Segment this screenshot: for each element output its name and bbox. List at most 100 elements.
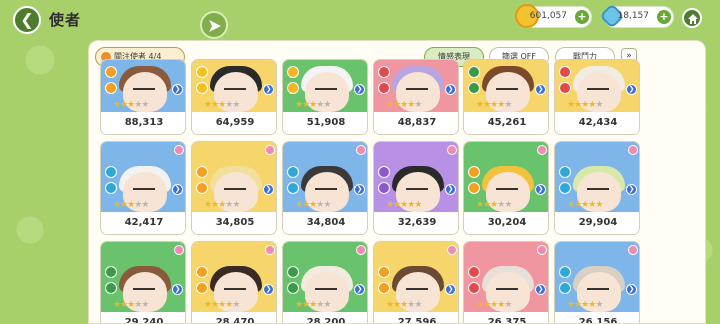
character-card[interactable]: ❯ ★★★★★ 29,240 [100, 241, 186, 323]
character-portrait: ❯ ★★★★★ [101, 242, 185, 312]
power-value: 28,470 [192, 312, 276, 323]
character-portrait: ❯ ★★★★★ [555, 142, 639, 212]
arrow-right-icon: ❯ [354, 84, 365, 95]
home-button[interactable] [682, 8, 702, 28]
character-card[interactable]: ❯ ★★★★★ 45,261 [463, 59, 549, 135]
character-card[interactable]: ❯ ★★★★★ 27,596 [373, 241, 459, 323]
star-rating: ★★★★★ [295, 200, 331, 210]
element-icon [468, 66, 480, 78]
star-rating: ★★★★★ [476, 100, 512, 110]
arrow-right-icon: ❯ [263, 284, 274, 295]
character-eyes [406, 288, 428, 292]
character-portrait: ❯ ★★★★★ [464, 242, 548, 312]
flower-icon [174, 245, 184, 255]
class-icon [378, 182, 390, 194]
character-eyes [406, 88, 428, 92]
element-icon [378, 266, 390, 278]
character-card[interactable]: ❯ ★★★★★ 28,470 [191, 241, 277, 323]
power-value: 29,240 [101, 312, 185, 323]
class-icon [105, 282, 117, 294]
gem-counter: 18,157 + [599, 3, 674, 29]
character-eyes [587, 288, 609, 292]
power-value: 29,904 [555, 212, 639, 234]
star-rating: ★★★★★ [204, 300, 240, 310]
character-card[interactable]: ❯ ★★★★★ 51,908 [282, 59, 368, 135]
character-portrait: ❯ ★★★★★ [374, 60, 458, 112]
character-portrait: ❯ ★★★★★ [555, 242, 639, 312]
flower-icon [628, 145, 638, 155]
power-value: 32,639 [374, 212, 458, 234]
character-portrait: ❯ ★★★★★ [283, 242, 367, 312]
send-icon [209, 20, 221, 32]
character-card[interactable]: ❯ ★★★★★ 34,805 [191, 141, 277, 235]
character-eyes [587, 88, 609, 92]
power-value: 88,313 [101, 112, 185, 134]
character-portrait: ❯ ★★★★★ [374, 142, 458, 212]
arrow-right-icon: ❯ [445, 284, 456, 295]
character-card[interactable]: ❯ ★★★★★ 30,204 [463, 141, 549, 235]
flower-icon [356, 145, 366, 155]
element-icon [559, 66, 571, 78]
power-value: 34,804 [283, 212, 367, 234]
arrow-right-icon: ❯ [445, 84, 456, 95]
star-icon: ★ [232, 300, 240, 310]
class-icon [559, 82, 571, 94]
character-portrait: ❯ ★★★★★ [374, 242, 458, 312]
character-portrait: ❯ ★★★★★ [192, 142, 276, 212]
arrow-right-icon: ❯ [445, 184, 456, 195]
class-icon [378, 282, 390, 294]
star-rating: ★★★★★ [476, 200, 512, 210]
add-gem-button[interactable]: + [657, 10, 671, 24]
arrow-right-icon: ❯ [354, 284, 365, 295]
character-card[interactable]: ❯ ★★★★★ 64,959 [191, 59, 277, 135]
star-icon: ★ [232, 100, 240, 110]
power-value: 51,908 [283, 112, 367, 134]
character-eyes [406, 188, 428, 192]
character-card[interactable]: ❯ ★★★★★ 88,313 [100, 59, 186, 135]
power-value: 26,375 [464, 312, 548, 323]
flower-icon [174, 145, 184, 155]
character-eyes [315, 288, 337, 292]
class-icon [105, 182, 117, 194]
character-card[interactable]: ❯ ★★★★★ 26,375 [463, 241, 549, 323]
character-card[interactable]: ❯ ★★★★★ 26,156 [554, 241, 640, 323]
character-card[interactable]: ❯ ★★★★★ 42,417 [100, 141, 186, 235]
character-card[interactable]: ❯ ★★★★★ 48,837 [373, 59, 459, 135]
character-card[interactable]: ❯ ★★★★★ 29,904 [554, 141, 640, 235]
element-icon [559, 266, 571, 278]
flower-icon [537, 145, 547, 155]
element-icon [378, 66, 390, 78]
character-card[interactable]: ❯ ★★★★★ 32,639 [373, 141, 459, 235]
character-panel: 關注使者 4/4 情感表現 篩選 OFF 戰鬥力 » ❯ ★★★★★ 88,313 ❯… [88, 40, 706, 324]
element-icon [287, 166, 299, 178]
star-icon: ★ [414, 100, 422, 110]
character-eyes [315, 188, 337, 192]
element-icon [468, 266, 480, 278]
send-button[interactable] [200, 11, 228, 39]
arrow-right-icon: ❯ [263, 84, 274, 95]
back-button[interactable]: ❮ [13, 6, 41, 34]
character-eyes [133, 288, 155, 292]
character-card[interactable]: ❯ ★★★★★ 34,804 [282, 141, 368, 235]
flower-icon [265, 145, 275, 155]
flower-icon [356, 245, 366, 255]
character-portrait: ❯ ★★★★★ [555, 60, 639, 112]
element-icon [287, 266, 299, 278]
arrow-right-icon: ❯ [172, 284, 183, 295]
flower-icon [447, 245, 457, 255]
class-icon [468, 82, 480, 94]
top-bar: ❮ 使者 601,057 + 18,157 + [0, 0, 720, 39]
class-icon [559, 182, 571, 194]
element-icon [287, 66, 299, 78]
character-portrait: ❯ ★★★★★ [101, 142, 185, 212]
power-value: 30,204 [464, 212, 548, 234]
class-icon [468, 182, 480, 194]
character-eyes [587, 188, 609, 192]
character-portrait: ❯ ★★★★★ [283, 60, 367, 112]
star-rating: ★★★★★ [567, 100, 603, 110]
character-card[interactable]: ❯ ★★★★★ 28,200 [282, 241, 368, 323]
element-icon [196, 266, 208, 278]
add-gold-button[interactable]: + [575, 10, 589, 24]
flower-icon [628, 245, 638, 255]
character-card[interactable]: ❯ ★★★★★ 42,434 [554, 59, 640, 135]
